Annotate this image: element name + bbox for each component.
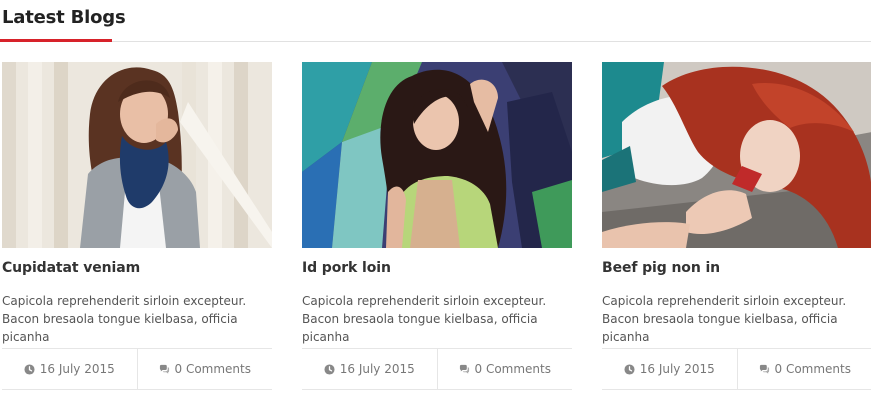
section-header: Latest Blogs xyxy=(0,0,871,42)
blog-card-excerpt: Capicola reprehenderit sirloin excepteur… xyxy=(302,294,547,344)
post-date: 16 July 2015 xyxy=(602,349,738,389)
blog-image-woman-graffiti xyxy=(302,62,572,248)
post-date: 16 July 2015 xyxy=(2,349,138,389)
blog-card-meta: 16 July 2015 0 Comments xyxy=(2,348,272,390)
section-title: Latest Blogs xyxy=(2,7,126,28)
post-comments-text: 0 Comments xyxy=(474,362,552,376)
header-divider xyxy=(0,41,871,42)
blog-card-meta: 16 July 2015 0 Comments xyxy=(302,348,572,390)
post-comments-text: 0 Comments xyxy=(774,362,852,376)
post-date: 16 July 2015 xyxy=(302,349,438,389)
post-comments-link[interactable]: 0 Comments xyxy=(738,349,871,389)
latest-blogs-section: Latest Blogs Cupidatat veniam Capicola r… xyxy=(0,0,871,404)
blog-image-woman-lying xyxy=(602,62,871,248)
comments-icon xyxy=(759,364,770,375)
post-date-text: 16 July 2015 xyxy=(339,362,415,376)
blog-card-image-link[interactable] xyxy=(2,62,272,248)
comments-icon xyxy=(459,364,470,375)
clock-icon xyxy=(324,363,335,375)
post-date-text: 16 July 2015 xyxy=(39,362,115,376)
blog-card-excerpt: Capicola reprehenderit sirloin excepteur… xyxy=(2,294,247,344)
blog-card-image-link[interactable] xyxy=(302,62,572,248)
blog-image-woman-fence xyxy=(2,62,272,248)
blog-card: Id pork loin Capicola reprehenderit sirl… xyxy=(302,62,572,392)
post-comments-link[interactable]: 0 Comments xyxy=(138,349,273,389)
blog-card-meta: 16 July 2015 0 Comments xyxy=(602,348,871,390)
clock-icon xyxy=(24,363,35,375)
blog-card-title[interactable]: Id pork loin xyxy=(302,260,391,276)
comments-icon xyxy=(159,364,170,375)
blog-card: Cupidatat veniam Capicola reprehenderit … xyxy=(2,62,272,392)
blog-card: Beef pig non in Capicola reprehenderit s… xyxy=(602,62,871,392)
blog-card-excerpt: Capicola reprehenderit sirloin excepteur… xyxy=(602,294,847,344)
post-date-text: 16 July 2015 xyxy=(639,362,715,376)
blog-card-title[interactable]: Cupidatat veniam xyxy=(2,260,140,276)
clock-icon xyxy=(624,363,635,375)
post-comments-link[interactable]: 0 Comments xyxy=(438,349,573,389)
blog-card-title[interactable]: Beef pig non in xyxy=(602,260,720,276)
title-accent-underline xyxy=(0,39,112,42)
blog-card-image-link[interactable] xyxy=(602,62,871,248)
post-comments-text: 0 Comments xyxy=(174,362,252,376)
